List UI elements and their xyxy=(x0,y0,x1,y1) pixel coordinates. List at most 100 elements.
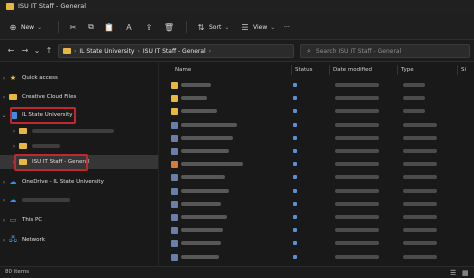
sync-status-icon xyxy=(293,254,297,259)
sidebar-item-blurred[interactable]: › xyxy=(0,124,158,138)
more-button[interactable]: ··· xyxy=(284,20,290,34)
new-label: New xyxy=(21,23,35,31)
new-button[interactable]: ⊕ New ⌄ xyxy=(8,20,42,34)
address-row: ← → ⌄ ↑ › IL State University › ISU IT S… xyxy=(0,40,474,62)
redacted-name xyxy=(181,201,221,206)
redacted-type xyxy=(403,215,437,219)
redacted-type xyxy=(403,109,425,114)
table-row[interactable] xyxy=(159,237,474,250)
chevron-down-icon: ⌄ xyxy=(224,23,230,31)
more-icon: ··· xyxy=(284,23,290,31)
redacted-name xyxy=(181,122,237,127)
chevron-down-icon: ⌄ xyxy=(37,23,43,31)
redacted-name xyxy=(181,254,219,259)
column-divider[interactable] xyxy=(291,65,292,75)
sidebar-item-onedrive-il[interactable]: › ☁ OneDrive - IL State University xyxy=(0,175,158,189)
recent-button[interactable]: ⌄ xyxy=(32,45,42,57)
view-button[interactable]: ☰ View ⌄ xyxy=(240,20,275,34)
table-row[interactable] xyxy=(159,105,474,118)
table-row[interactable] xyxy=(159,132,474,145)
file-icon xyxy=(171,134,178,142)
address-bar[interactable]: › IL State University › ISU IT Staff - G… xyxy=(58,44,294,58)
redacted-label xyxy=(32,129,114,133)
sidebar-item-network[interactable]: › 🖧 Network xyxy=(0,233,158,247)
file-icon xyxy=(171,227,178,235)
column-divider[interactable] xyxy=(329,65,330,75)
breadcrumb-isu-general[interactable]: ISU IT Staff - General xyxy=(143,48,206,55)
column-divider[interactable] xyxy=(457,65,458,75)
redacted-date xyxy=(335,149,379,153)
table-row[interactable] xyxy=(159,198,474,211)
delete-button[interactable]: 🗑 xyxy=(164,20,174,34)
sync-status-icon xyxy=(293,215,297,219)
cut-button[interactable]: ✂ xyxy=(68,20,78,34)
file-icon xyxy=(171,200,178,208)
file-icon xyxy=(171,253,178,261)
redacted-name xyxy=(181,83,211,87)
table-row[interactable] xyxy=(159,211,474,224)
column-header-date-modified[interactable]: Date modified xyxy=(333,64,372,76)
chevron-right-icon: › xyxy=(2,236,6,244)
redacted-date xyxy=(335,96,379,101)
sync-status-icon xyxy=(293,175,297,180)
folder-icon xyxy=(18,127,28,135)
table-row[interactable] xyxy=(159,145,474,158)
table-row[interactable] xyxy=(159,185,474,198)
chevron-down-icon: ⌄ xyxy=(33,46,41,55)
details-view-icon[interactable]: ☰ xyxy=(450,269,456,277)
arrow-up-icon: ↑ xyxy=(45,46,53,55)
sidebar-item-onedrive-personal[interactable]: › ☁ xyxy=(0,193,158,207)
copy-button[interactable]: ⧉ xyxy=(86,20,96,34)
redacted-type xyxy=(403,254,437,259)
sync-status-icon xyxy=(293,201,297,206)
chevron-right-icon: › xyxy=(2,216,6,224)
sort-icon: ⇅ xyxy=(197,22,205,32)
chevron-right-icon: › xyxy=(208,47,212,55)
up-button[interactable]: ↑ xyxy=(44,45,54,57)
table-row[interactable] xyxy=(159,224,474,237)
tiles-view-icon[interactable]: ▦ xyxy=(462,269,469,277)
trash-icon: 🗑 xyxy=(163,22,175,32)
table-row[interactable] xyxy=(159,158,474,171)
column-header-size[interactable]: Si xyxy=(461,64,466,76)
column-header-name[interactable]: Name xyxy=(175,64,191,76)
column-header-status[interactable]: Status xyxy=(295,64,313,76)
chevron-down-icon: ⌄ xyxy=(270,23,276,31)
search-input[interactable]: ⌕ Search ISU IT Staff - General xyxy=(300,44,470,58)
back-button[interactable]: ← xyxy=(6,45,16,57)
table-row[interactable] xyxy=(159,251,474,264)
table-row[interactable] xyxy=(159,119,474,132)
sync-status-icon xyxy=(293,149,297,153)
table-row[interactable] xyxy=(159,79,474,92)
forward-button[interactable]: → xyxy=(20,45,30,57)
sync-status-icon xyxy=(293,83,297,87)
redacted-name xyxy=(181,188,229,193)
redacted-name xyxy=(181,162,243,167)
column-header-type[interactable]: Type xyxy=(401,64,414,76)
redacted-type xyxy=(403,228,437,233)
breadcrumb-il-state[interactable]: IL State University xyxy=(79,48,134,55)
rename-button[interactable]: Ａ xyxy=(124,20,134,34)
cut-icon: ✂ xyxy=(69,22,77,32)
table-row[interactable] xyxy=(159,171,474,184)
redacted-name xyxy=(181,109,217,114)
toolbar-divider xyxy=(186,21,187,33)
redacted-name xyxy=(181,175,225,180)
redacted-date xyxy=(335,122,379,127)
sidebar-item-quick-access[interactable]: › ★ Quick access xyxy=(0,71,158,85)
redacted-date xyxy=(335,228,379,233)
table-row[interactable] xyxy=(159,92,474,105)
share-button[interactable]: ⇪ xyxy=(144,20,154,34)
sidebar-item-label: Network xyxy=(22,237,45,243)
sidebar-item-blurred[interactable]: › xyxy=(0,139,158,153)
status-bar: 80 items ☰ ▦ xyxy=(0,266,474,278)
sort-button[interactable]: ⇅ Sort ⌄ xyxy=(196,20,230,34)
paste-button[interactable]: 📋 xyxy=(104,20,114,34)
sidebar-item-this-pc[interactable]: › ▭ This PC xyxy=(0,213,158,227)
sidebar-item-creative-cloud[interactable]: › Creative Cloud Files xyxy=(0,90,158,104)
redacted-date xyxy=(335,215,379,219)
file-icon xyxy=(171,95,178,103)
chevron-down-icon: ⌄ xyxy=(1,111,7,119)
redacted-type xyxy=(403,122,437,127)
column-divider[interactable] xyxy=(397,65,398,75)
